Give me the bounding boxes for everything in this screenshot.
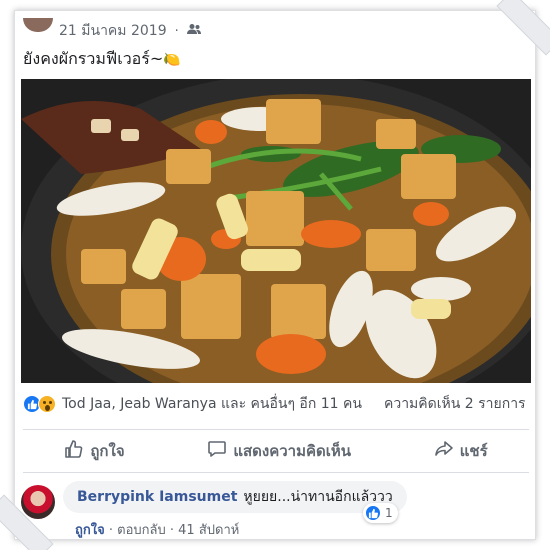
meta-dot-1: · — [108, 523, 113, 538]
comment-bubble-icon — [207, 439, 227, 463]
thumbs-up-icon — [64, 439, 84, 463]
post-text-body: ยังคงผักรวมฟีเวอร์~ — [23, 49, 164, 68]
leaf-emoji: 🍋 — [163, 52, 181, 68]
comment-button[interactable]: แสดงความคิดเห็น — [207, 439, 351, 463]
wow-reaction-icon[interactable] — [38, 395, 56, 413]
reactions-bar: Tod Jaa, Jeab Waranya และ คนอื่นๆ อีก 11… — [23, 393, 529, 415]
post-date[interactable]: 21 มีนาคม 2019 — [59, 20, 167, 42]
comment-bubble: Berrypink Iamsumet หูยยย...น่าทานอีกแล้ว… — [63, 481, 407, 513]
post-text: ยังคงผักรวมฟีเวอร์~🍋 — [23, 47, 181, 72]
comment-like-number: 1 — [385, 506, 393, 520]
header-separator: · — [174, 23, 179, 39]
like-button-label: ถูกใจ — [90, 442, 125, 460]
comment-like-link[interactable]: ถูกใจ — [75, 523, 105, 538]
commenter-avatar[interactable] — [21, 485, 55, 519]
comment-like-count[interactable]: 1 — [363, 503, 398, 523]
post-photo[interactable] — [21, 79, 531, 383]
comment-meta: ถูกใจ · ตอบกลับ · 41 สัปดาห์ — [75, 519, 239, 539]
comment-button-label: แสดงความคิดเห็น — [233, 442, 352, 460]
comment-count[interactable]: ความคิดเห็น 2 รายการ — [384, 393, 526, 415]
share-button-label: แชร์ — [459, 442, 488, 460]
comment-author[interactable]: Berrypink Iamsumet — [77, 489, 237, 505]
comment-time[interactable]: 41 สัปดาห์ — [178, 523, 239, 538]
reaction-names[interactable]: Tod Jaa, Jeab Waranya และ คนอื่นๆ อีก 11… — [62, 393, 362, 415]
comment-reply-link[interactable]: ตอบกลับ — [117, 523, 166, 538]
comment-like-icon — [365, 505, 381, 521]
comment-item: Berrypink Iamsumet หูยยย...น่าทานอีกแล้ว… — [21, 481, 529, 539]
share-button[interactable]: แชร์ — [434, 439, 488, 463]
friends-icon[interactable] — [186, 23, 201, 39]
action-bar: ถูกใจ แสดงความคิดเห็น แชร์ — [23, 429, 529, 473]
post-card: 21 มีนาคม 2019 · ยังคงผักรวมฟีเวอร์~🍋 To… — [14, 10, 536, 540]
like-button[interactable]: ถูกใจ — [64, 439, 125, 463]
author-avatar[interactable] — [23, 18, 53, 32]
stir-fry-image — [21, 79, 531, 383]
post-header: 21 มีนาคม 2019 · — [23, 18, 201, 43]
share-arrow-icon — [434, 439, 454, 463]
meta-dot-2: · — [169, 523, 175, 538]
